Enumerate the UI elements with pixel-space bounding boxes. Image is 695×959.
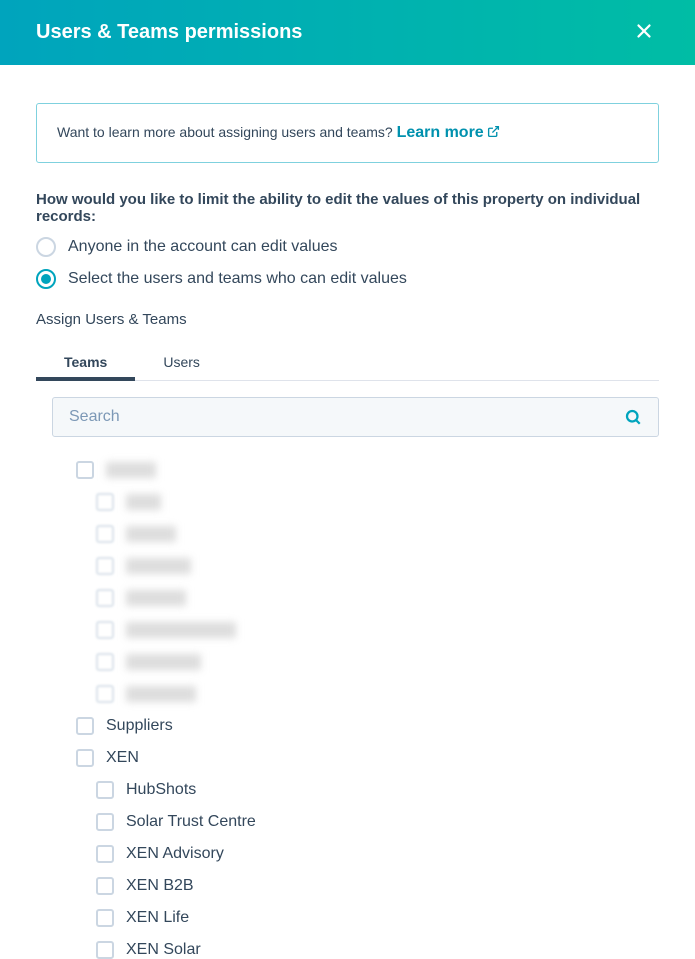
- modal-title: Users & Teams permissions: [36, 21, 302, 44]
- team-row-redacted[interactable]: [96, 525, 659, 543]
- radio-select-users-label: Select the users and teams who can edit …: [68, 270, 407, 288]
- radio-anyone-label: Anyone in the account can edit values: [68, 238, 338, 256]
- external-link-icon: [487, 125, 500, 138]
- checkbox-icon[interactable]: [96, 653, 114, 671]
- team-row-xen-life[interactable]: XEN Life: [96, 909, 659, 927]
- assign-section-label: Assign Users & Teams: [36, 311, 659, 328]
- tab-teams[interactable]: Teams: [36, 344, 135, 380]
- team-label: XEN Advisory: [126, 845, 224, 863]
- checkbox-icon[interactable]: [96, 845, 114, 863]
- modal-content: Want to learn more about assigning users…: [0, 65, 695, 959]
- edit-limit-question: How would you like to limit the ability …: [36, 191, 659, 225]
- checkbox-icon[interactable]: [96, 493, 114, 511]
- tab-users[interactable]: Users: [135, 344, 228, 380]
- checkbox-icon[interactable]: [96, 525, 114, 543]
- redacted-label: [126, 558, 191, 574]
- team-row-xen-b2b[interactable]: XEN B2B: [96, 877, 659, 895]
- team-label: HubShots: [126, 781, 196, 799]
- close-icon: [633, 20, 655, 45]
- modal-header: Users & Teams permissions: [0, 0, 695, 65]
- tabs: Teams Users: [36, 344, 659, 381]
- team-row-xen-advisory[interactable]: XEN Advisory: [96, 845, 659, 863]
- team-row-redacted[interactable]: [96, 493, 659, 511]
- team-label: Solar Trust Centre: [126, 813, 256, 831]
- checkbox-icon[interactable]: [96, 557, 114, 575]
- search-input[interactable]: [69, 408, 624, 426]
- team-row-redacted[interactable]: [96, 589, 659, 607]
- redacted-label: [126, 494, 161, 510]
- checkbox-icon[interactable]: [96, 685, 114, 703]
- team-row-xen-solar[interactable]: XEN Solar: [96, 941, 659, 959]
- team-row-redacted[interactable]: [96, 557, 659, 575]
- team-label: XEN Solar: [126, 941, 201, 959]
- checkbox-icon[interactable]: [96, 589, 114, 607]
- search-box[interactable]: [52, 397, 659, 437]
- team-label: Suppliers: [106, 717, 173, 735]
- learn-more-link[interactable]: Learn more: [397, 124, 500, 141]
- close-button[interactable]: [629, 16, 659, 49]
- checkbox-icon[interactable]: [96, 621, 114, 639]
- checkbox-icon[interactable]: [96, 781, 114, 799]
- search-icon: [624, 408, 642, 426]
- checkbox-icon[interactable]: [96, 813, 114, 831]
- checkbox-icon[interactable]: [96, 941, 114, 959]
- team-row-redacted[interactable]: [96, 653, 659, 671]
- radio-anyone[interactable]: Anyone in the account can edit values: [36, 237, 659, 257]
- checkbox-icon[interactable]: [96, 877, 114, 895]
- team-row-hubshots[interactable]: HubShots: [96, 781, 659, 799]
- team-row-solar-trust[interactable]: Solar Trust Centre: [96, 813, 659, 831]
- team-label: XEN B2B: [126, 877, 194, 895]
- team-tree: Suppliers XEN HubShots Solar Trust Centr…: [36, 461, 659, 959]
- redacted-label: [106, 462, 156, 478]
- redacted-label: [126, 686, 196, 702]
- team-label: XEN: [106, 749, 139, 767]
- info-banner: Want to learn more about assigning users…: [36, 103, 659, 163]
- team-row-redacted[interactable]: [96, 685, 659, 703]
- redacted-label: [126, 590, 186, 606]
- team-label: XEN Life: [126, 909, 189, 927]
- checkbox-icon[interactable]: [76, 717, 94, 735]
- team-row-xen[interactable]: XEN: [76, 749, 659, 767]
- checkbox-icon[interactable]: [76, 461, 94, 479]
- team-row-redacted[interactable]: [76, 461, 659, 479]
- info-text: Want to learn more about assigning users…: [57, 124, 397, 140]
- radio-circle-icon: [36, 237, 56, 257]
- redacted-label: [126, 622, 236, 638]
- team-row-suppliers[interactable]: Suppliers: [76, 717, 659, 735]
- radio-circle-icon: [36, 269, 56, 289]
- redacted-label: [126, 654, 201, 670]
- redacted-label: [126, 526, 176, 542]
- edit-permission-radio-group: Anyone in the account can edit values Se…: [36, 237, 659, 289]
- checkbox-icon[interactable]: [96, 909, 114, 927]
- radio-select-users[interactable]: Select the users and teams who can edit …: [36, 269, 659, 289]
- team-row-redacted[interactable]: [96, 621, 659, 639]
- checkbox-icon[interactable]: [76, 749, 94, 767]
